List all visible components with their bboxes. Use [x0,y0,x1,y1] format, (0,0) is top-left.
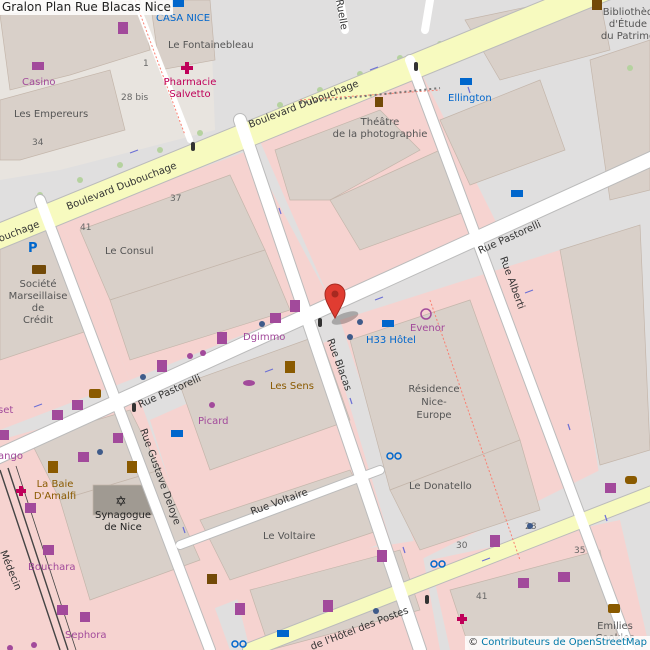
estate-agent-icon [118,22,128,34]
address-41b: 41 [476,592,487,602]
hotel-icon [511,190,523,197]
shop-icon [32,62,44,70]
estate-agent-icon [217,332,227,344]
parking-icon: P [28,241,38,256]
map-canvas[interactable]: Boulevard Dubouchage Boulevard Dubouchag… [0,0,650,650]
florist-icon [157,360,167,372]
restaurant-icon [285,361,295,373]
library-icon [592,0,602,10]
worship-icon: ✡ [115,494,127,510]
hotel-icon [382,320,394,327]
label-le-consul: Le Consul [105,246,154,257]
restaurant-icon [127,461,137,473]
cafe-icon [89,389,101,398]
clothes-icon [605,483,616,493]
label-evenor: Evenor [410,323,446,334]
address-28bis: 28 bis [121,93,149,103]
books-icon [558,572,570,582]
clothes-icon [78,452,89,462]
label-le-voltaire: Le Voltaire [263,531,316,542]
hotel-icon [460,78,472,85]
map-attribution[interactable]: © Contributeurs de OpenStreetMap [465,636,650,650]
svg-text:Résidence: Résidence [408,383,459,395]
svg-text:Europe: Europe [416,410,451,421]
address-1: 1 [143,59,149,69]
address-35: 35 [574,546,585,556]
clothes-icon [52,410,63,420]
estate-agent-icon [323,600,333,612]
label-left-cut-1: set [0,405,13,416]
hotel-icon [172,0,184,7]
label-h33-hotel: H33 Hôtel [366,334,416,346]
address-30: 30 [456,541,468,551]
label-dgimmo: Dgimmo [243,332,285,343]
address-34: 34 [32,138,44,148]
address-41: 41 [80,223,91,233]
bank-icon [32,265,46,274]
attribution-link[interactable]: Contributeurs de OpenStreetMap [481,637,647,648]
beauty-icon [243,380,255,386]
estate-agent-icon [235,603,245,615]
tourism-icon [207,574,217,584]
fast-food-icon [625,476,637,484]
hairdresser-icon [113,433,123,443]
estate-agent-icon [290,300,300,312]
label-pharmacie: Pharmacie Salvetto [164,77,217,100]
map-layers: Boulevard Dubouchage Boulevard Dubouchag… [0,0,650,650]
road-north-stub [421,0,434,34]
map-title: Gralon Plan Rue Blacas Nice [0,0,173,15]
estate-agent-icon [377,550,387,562]
label-bouchara: Bouchara [28,562,76,573]
label-le-fontainebleau: Le Fontainebleau [168,40,254,51]
address-37: 37 [170,194,181,204]
label-picard: Picard [198,416,229,427]
label-casino: Casino [22,77,56,88]
label-la-baie-damalfi: La Baie D'Amalfi [34,479,76,502]
clothes-icon [0,430,9,440]
estate-agent-icon [490,535,500,547]
label-bibliotheque: Bibliothèq d'Étude du Patrimo [601,6,650,42]
svg-text:P: P [28,241,38,256]
clothes-icon [72,400,83,410]
hotel-icon [171,430,183,437]
label-left-cut-2: ango [0,451,23,462]
clothes-icon [270,313,281,323]
hotel-icon [277,630,289,637]
svg-text:Nice-: Nice- [421,397,447,408]
label-ellington: Ellington [448,93,492,104]
clothes-icon [518,578,529,588]
label-le-donatello: Le Donatello [409,481,472,492]
label-les-sens: Les Sens [270,381,314,392]
clothes-icon [57,605,68,615]
cafe-icon [608,604,620,613]
copyright-symbol: © [468,637,479,648]
clothes-icon [25,503,36,513]
cosmetics-icon [80,612,90,622]
restaurant-icon [48,461,58,473]
theatre-icon [375,97,383,107]
label-sephora: Sephora [65,630,107,641]
svg-text:✡: ✡ [115,494,127,510]
clothes-icon [43,545,54,555]
label-les-empereurs: Les Empereurs [14,109,88,120]
